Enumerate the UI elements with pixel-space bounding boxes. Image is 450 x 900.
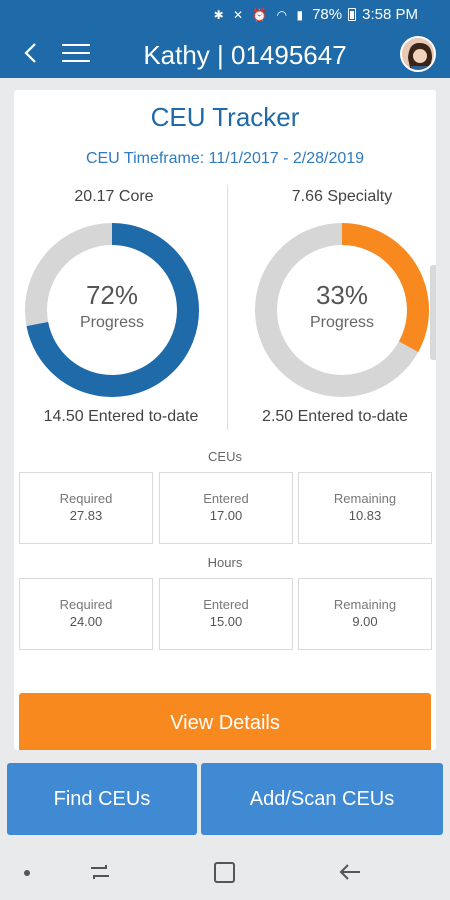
ceus-entered-box: Entered 17.00 xyxy=(159,472,293,544)
stat-label: Remaining xyxy=(333,597,397,612)
hours-remaining-box: Remaining 9.00 xyxy=(298,578,432,650)
recents-icon[interactable] xyxy=(88,861,112,883)
stat-value: 24.00 xyxy=(69,614,103,629)
core-progress-donut: 72% Progress xyxy=(24,222,200,398)
back-nav-icon[interactable] xyxy=(338,861,362,883)
back-arrow-icon[interactable] xyxy=(18,38,44,68)
scroll-indicator xyxy=(430,265,436,360)
app-title: Kathy | 01495647 xyxy=(143,40,347,70)
specialty-entered-to-date: 2.50 Entered to-date xyxy=(262,408,408,425)
hours-entered-box: Entered 15.00 xyxy=(159,578,293,650)
card-title: CEU Tracker xyxy=(150,102,300,132)
ceus-remaining-box: Remaining 10.83 xyxy=(298,472,432,544)
core-column: 20.17 Core xyxy=(14,188,214,206)
view-details-button[interactable]: View Details xyxy=(19,693,431,750)
stat-value: 15.00 xyxy=(209,614,243,629)
status-right: ✱ ✕ ⏰ ◠ ▮ 78% 3:58 PM xyxy=(214,6,418,23)
status-bar: ✱ ✕ ⏰ ◠ ▮ 78% 3:58 PM xyxy=(0,0,450,30)
battery-icon xyxy=(348,8,357,21)
ceus-required-box: Required 27.83 xyxy=(19,472,153,544)
status-icons: ✱ ✕ ⏰ ◠ ▮ xyxy=(213,7,307,22)
stat-label: Entered xyxy=(203,597,249,612)
core-entered-to-date: 14.50 Entered to-date xyxy=(43,408,199,425)
core-donut-center: 72% Progress xyxy=(24,280,200,332)
ceu-tracker-card: CEU Tracker CEU Timeframe: 11/1/2017 - 2… xyxy=(14,90,436,750)
stat-label: Remaining xyxy=(333,491,397,506)
specialty-column: 7.66 Specialty xyxy=(242,188,436,206)
find-ceus-button[interactable]: Find CEUs xyxy=(7,763,197,835)
specialty-progress-label: Progress xyxy=(309,314,375,331)
system-nav-bar xyxy=(0,843,450,900)
specialty-heading: 7.66 Specialty xyxy=(291,188,393,205)
specialty-donut-center: 33% Progress xyxy=(254,280,430,332)
core-progress-label: Progress xyxy=(79,314,145,331)
battery-percent: 78% xyxy=(312,6,343,23)
ceus-section-label: CEUs xyxy=(208,449,242,464)
specialty-percent: 33% xyxy=(315,280,369,310)
add-scan-ceus-button[interactable]: Add/Scan CEUs xyxy=(201,763,443,835)
stat-value: 9.00 xyxy=(352,614,378,629)
avatar-image xyxy=(402,38,434,70)
specialty-progress-donut: 33% Progress xyxy=(254,222,430,398)
app-bar: Kathy | 01495647 xyxy=(0,30,450,78)
core-heading: 20.17 Core xyxy=(74,188,154,205)
stat-label: Required xyxy=(59,491,113,506)
avatar[interactable] xyxy=(400,36,436,72)
stat-label: Entered xyxy=(203,491,249,506)
stat-value: 27.83 xyxy=(69,508,103,523)
stat-value: 10.83 xyxy=(348,508,382,523)
stat-value: 17.00 xyxy=(209,508,243,523)
stat-label: Required xyxy=(59,597,113,612)
nav-dot-icon[interactable] xyxy=(24,870,30,876)
home-icon[interactable] xyxy=(214,862,235,883)
core-percent: 72% xyxy=(85,280,139,310)
column-divider xyxy=(227,185,228,430)
ceu-timeframe: CEU Timeframe: 11/1/2017 - 2/28/2019 xyxy=(85,150,365,167)
hours-section-label: Hours xyxy=(207,555,243,570)
status-time: 3:58 PM xyxy=(362,6,418,23)
hamburger-menu-icon[interactable] xyxy=(62,44,90,64)
hours-required-box: Required 24.00 xyxy=(19,578,153,650)
